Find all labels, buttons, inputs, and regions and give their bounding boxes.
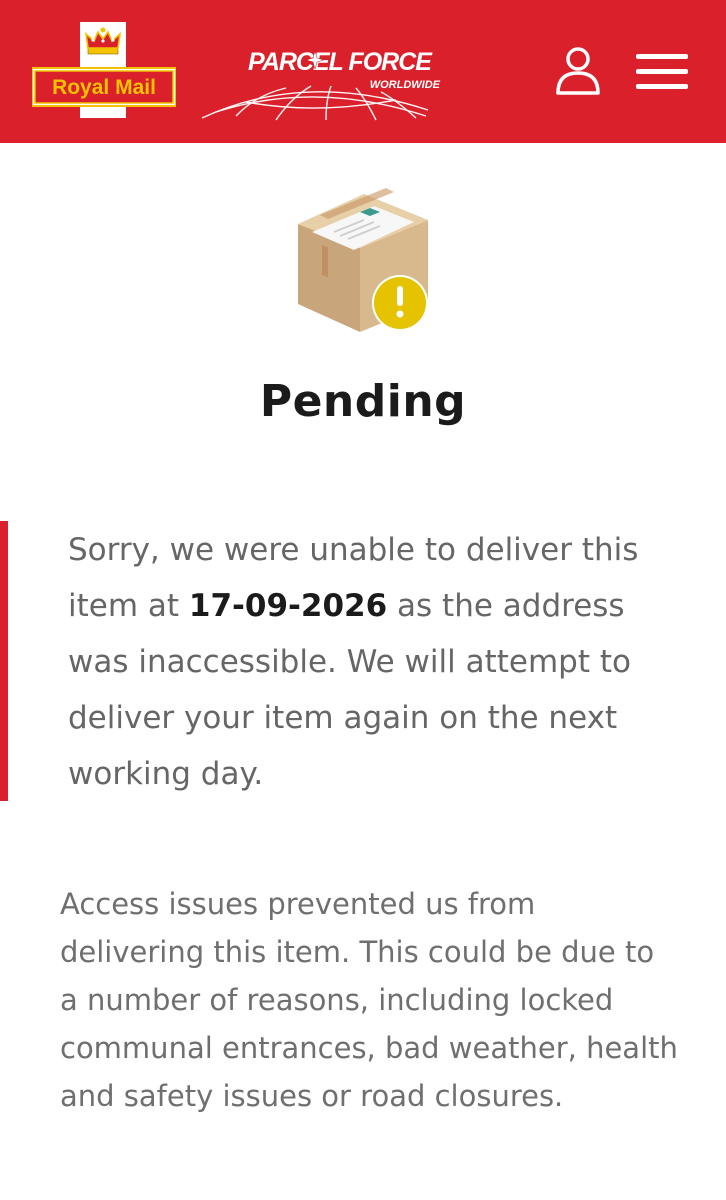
parcelforce-logo-text: PARCEL FORCE <box>248 48 433 76</box>
royal-mail-logo[interactable]: Royal Mail <box>32 22 176 118</box>
user-account-icon[interactable] <box>552 44 604 96</box>
delivery-date: 17-09-2026 <box>188 588 388 624</box>
status-title: Pending <box>259 376 467 427</box>
warning-badge-icon <box>372 275 428 331</box>
royal-mail-logo-text: Royal Mail <box>52 76 156 99</box>
header-bar: Royal Mail PARCEL FORCE WORLDWIDE <box>0 0 726 143</box>
parcelforce-logo[interactable]: PARCEL FORCE WORLDWIDE <box>196 40 446 126</box>
access-issue-details: Access issues prevented us from deliveri… <box>60 887 678 1113</box>
parcelforce-logo-subtext: WORLDWIDE <box>370 79 441 91</box>
hamburger-menu-icon[interactable] <box>634 52 690 92</box>
message-accent-bar <box>0 521 8 801</box>
parcel-box-icon <box>298 188 428 332</box>
delivery-status-message: Sorry, we were unable to deliver this it… <box>68 522 688 802</box>
